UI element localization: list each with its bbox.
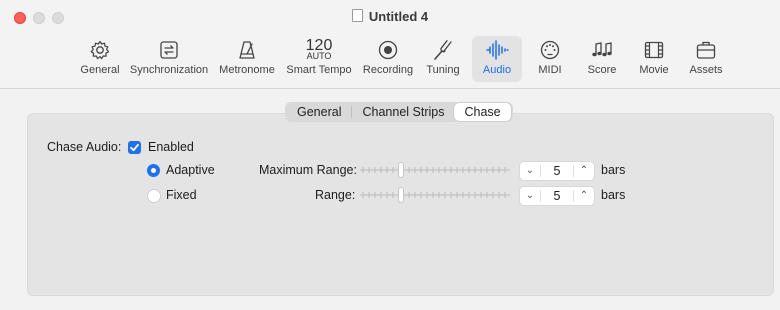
range-slider[interactable] bbox=[360, 187, 510, 203]
adaptive-radio[interactable] bbox=[147, 164, 160, 177]
toolbar-recording[interactable]: Recording bbox=[360, 36, 416, 82]
range-label: Range: bbox=[315, 188, 356, 202]
title-bar: Untitled 4 General Synchronization Metro… bbox=[0, 0, 780, 89]
toolbar-label: Tuning bbox=[426, 64, 460, 76]
stepper-separator bbox=[573, 165, 574, 177]
toolbar-audio[interactable]: Audio bbox=[472, 36, 522, 82]
chevron-up-icon[interactable]: ⌃ bbox=[576, 188, 592, 204]
waveform-icon bbox=[472, 36, 522, 64]
slider-ticks bbox=[362, 167, 506, 173]
maximum-range-slider[interactable] bbox=[360, 162, 510, 178]
tab-general[interactable]: General bbox=[287, 103, 351, 121]
window-title-text: Untitled 4 bbox=[368, 9, 429, 24]
tab-channel-strips[interactable]: Channel Strips bbox=[352, 103, 454, 121]
adaptive-label[interactable]: Adaptive bbox=[166, 163, 215, 177]
toolbar-label: Smart Tempo bbox=[286, 64, 352, 76]
window-title: Untitled 4 bbox=[0, 9, 780, 24]
briefcase-icon bbox=[682, 36, 730, 64]
checkmark-icon bbox=[130, 143, 139, 152]
range-value[interactable]: 5 bbox=[540, 189, 574, 203]
chevron-up-icon[interactable]: ⌃ bbox=[576, 163, 592, 179]
content-area: General Channel Strips Chase Chase Audio… bbox=[0, 89, 780, 310]
range-stepper[interactable]: ⌄ 5 ⌃ bbox=[519, 186, 595, 206]
toolbar-synchronization[interactable]: Synchronization bbox=[128, 36, 210, 82]
toolbar-general[interactable]: General bbox=[76, 36, 124, 82]
chevron-down-icon[interactable]: ⌄ bbox=[522, 163, 538, 179]
metronome-icon bbox=[216, 36, 278, 64]
toolbar-label: Movie bbox=[639, 64, 669, 76]
record-icon bbox=[360, 36, 416, 64]
slider-thumb[interactable] bbox=[398, 187, 404, 203]
toolbar-score[interactable]: Score bbox=[580, 36, 624, 82]
maximum-range-label: Maximum Range: bbox=[259, 163, 357, 177]
range-unit: bars bbox=[601, 188, 626, 202]
slider-ticks bbox=[362, 192, 506, 198]
toolbar-midi[interactable]: MIDI bbox=[528, 36, 572, 82]
tempo-icon: 120 AUTO bbox=[284, 36, 354, 64]
music-notes-icon bbox=[580, 36, 624, 64]
toolbar-smart-tempo[interactable]: 120 AUTO Smart Tempo bbox=[284, 36, 354, 82]
preferences-window: Untitled 4 General Synchronization Metro… bbox=[0, 0, 780, 310]
tempo-mode: AUTO bbox=[306, 51, 332, 61]
fixed-radio[interactable] bbox=[147, 189, 161, 203]
toolbar-label: Metronome bbox=[219, 64, 275, 76]
toolbar-label: Assets bbox=[689, 64, 723, 76]
chevron-down-icon[interactable]: ⌄ bbox=[522, 188, 538, 204]
toolbar-label: Audio bbox=[482, 64, 512, 76]
sync-icon bbox=[128, 36, 210, 64]
document-icon bbox=[351, 9, 363, 22]
enabled-label[interactable]: Enabled bbox=[148, 140, 194, 154]
stepper-separator bbox=[573, 190, 574, 202]
toolbar-metronome[interactable]: Metronome bbox=[216, 36, 278, 82]
toolbar-tuning[interactable]: Tuning bbox=[420, 36, 466, 82]
toolbar-label: Synchronization bbox=[129, 64, 209, 76]
tab-chase[interactable]: Chase bbox=[454, 103, 511, 121]
maximum-range-value[interactable]: 5 bbox=[540, 164, 574, 178]
film-icon bbox=[632, 36, 676, 64]
slider-thumb[interactable] bbox=[398, 162, 404, 178]
toolbar-movie[interactable]: Movie bbox=[632, 36, 676, 82]
midi-icon bbox=[528, 36, 572, 64]
toolbar-label: Recording bbox=[362, 64, 414, 76]
gear-icon bbox=[76, 36, 124, 64]
toolbar-label: MIDI bbox=[538, 64, 562, 76]
enabled-checkbox[interactable] bbox=[128, 141, 141, 154]
maximum-range-unit: bars bbox=[601, 163, 626, 177]
toolbar-label: Score bbox=[587, 64, 617, 76]
chase-audio-label: Chase Audio: bbox=[47, 140, 122, 154]
fixed-label[interactable]: Fixed bbox=[166, 188, 197, 202]
tuning-fork-icon bbox=[420, 36, 466, 64]
toolbar-assets[interactable]: Assets bbox=[682, 36, 730, 82]
toolbar-label: General bbox=[80, 64, 120, 76]
maximum-range-stepper[interactable]: ⌄ 5 ⌃ bbox=[519, 161, 595, 181]
tab-bar: General Channel Strips Chase bbox=[285, 102, 513, 122]
